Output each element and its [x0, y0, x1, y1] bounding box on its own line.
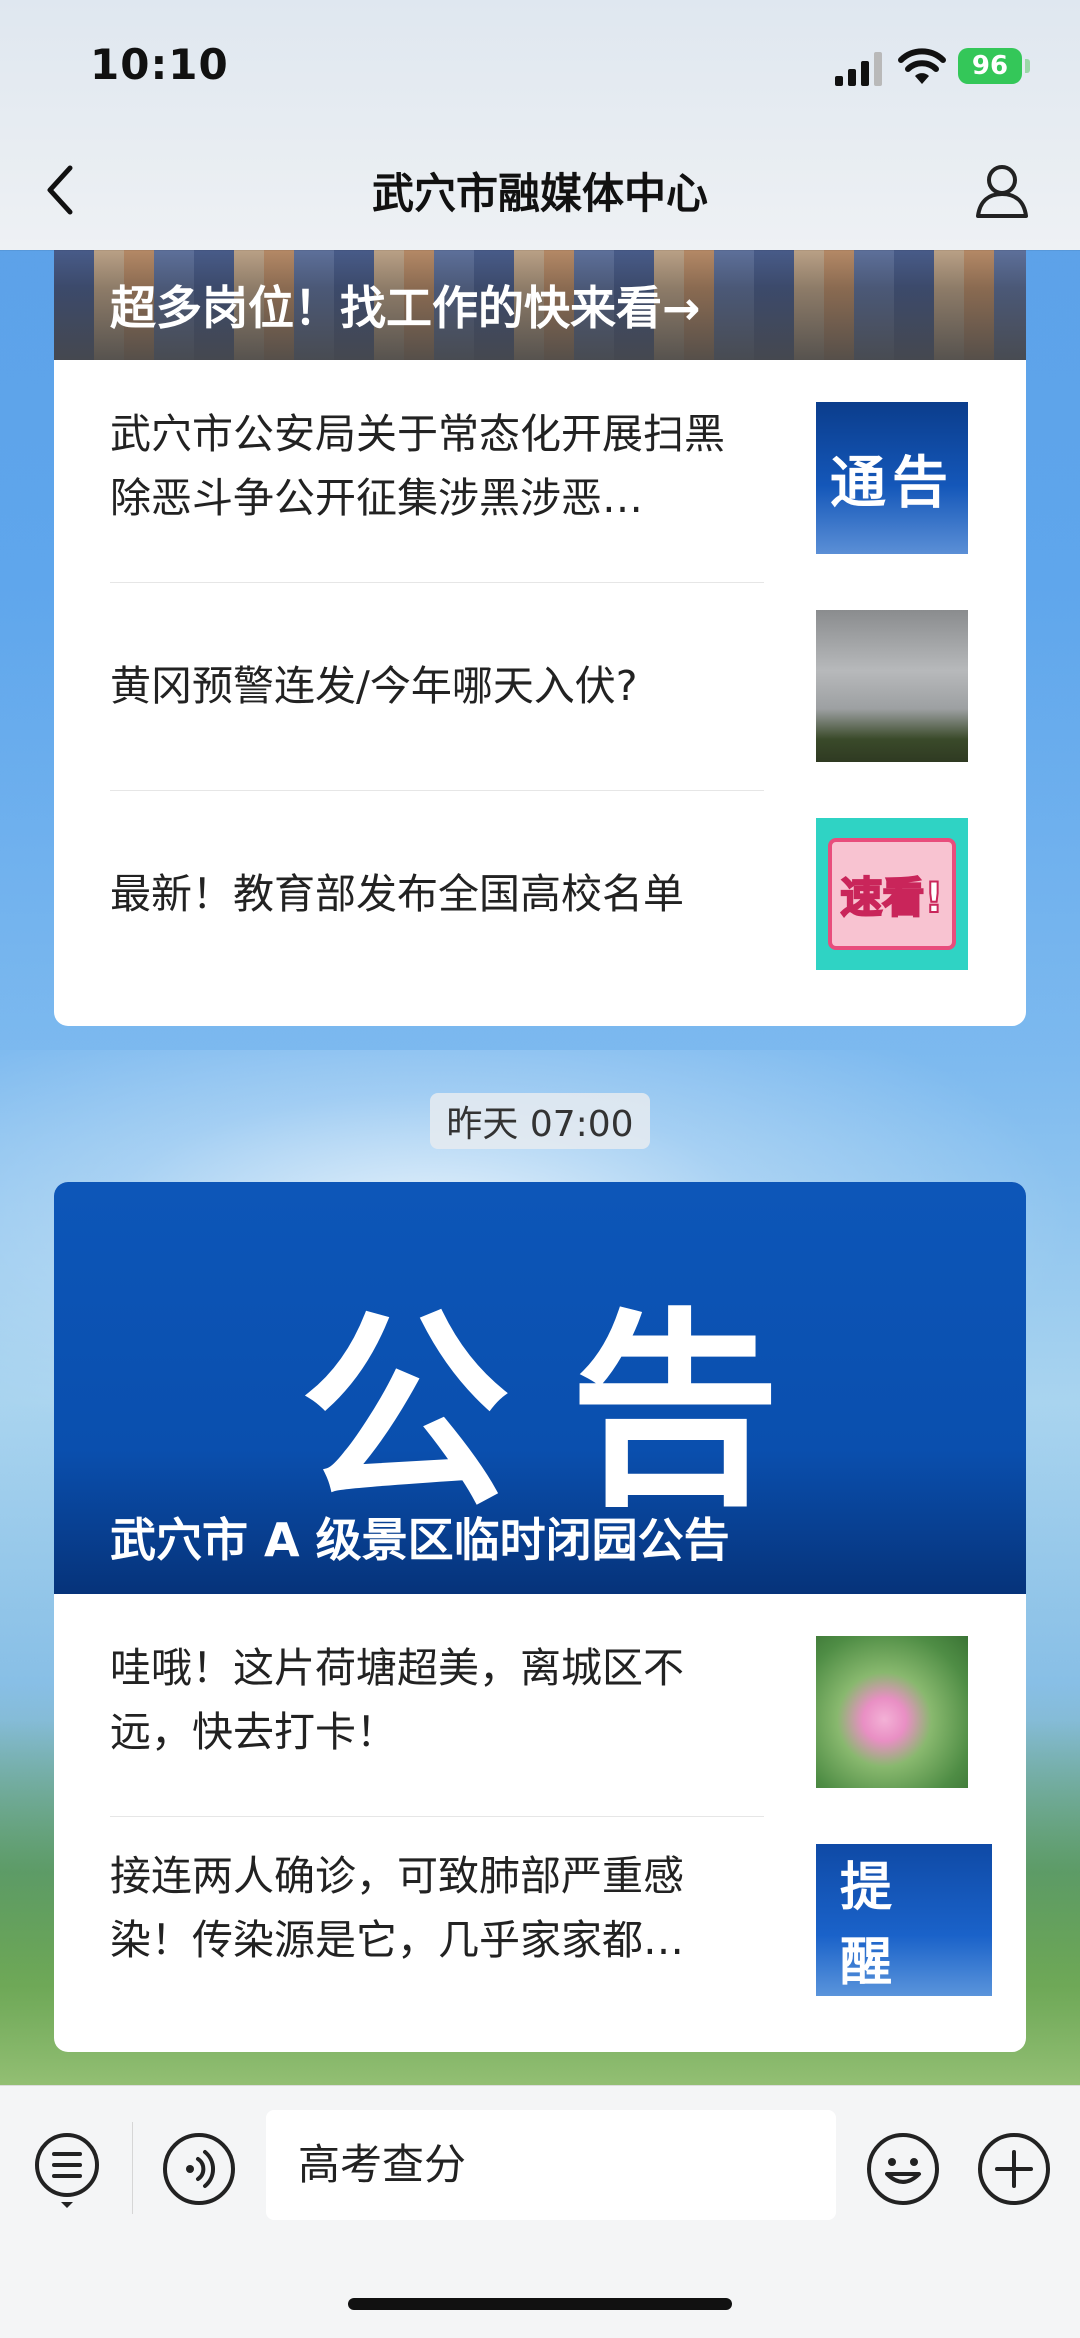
article-thumbnail: 速看!: [816, 818, 968, 970]
article-title: 黄冈预警连发/今年哪天入伏?: [110, 662, 638, 710]
card2-banner-graphic-text: 公告: [299, 1290, 840, 1535]
card2-banner-title: 武穴市 A 级景区临时闭园公告: [110, 1513, 730, 1567]
thumbnail-label: 通告: [830, 450, 954, 516]
menu-list-icon[interactable]: [32, 2132, 102, 2208]
article-item[interactable]: 接连两人确诊，可致肺部严重感染！传染源是它，几乎家家都… 提 醒: [110, 1844, 992, 1996]
thumbnail-badge: 速看!: [828, 838, 956, 950]
article-item[interactable]: 武穴市公安局关于常态化开展扫黑除恶斗争公开征集涉黑涉恶… 通告: [110, 402, 972, 554]
plus-icon[interactable]: [977, 2132, 1051, 2206]
article-card-2: 公告 武穴市 A 级景区临时闭园公告 哇哦！这片荷塘超美，离城区不远，快去打卡！…: [54, 1182, 1026, 2052]
article-item[interactable]: 最新！教育部发布全国高校名单 速看!: [110, 818, 972, 970]
cellular-signal-icon: [835, 52, 882, 86]
article-card-1: 超多岗位！找工作的快来看→ 武穴市公安局关于常态化开展扫黑除恶斗争公开征集涉黑涉…: [54, 200, 1026, 1026]
battery-level: 96: [971, 51, 1009, 81]
article-title: 最新！教育部发布全国高校名单: [110, 870, 684, 918]
voice-icon[interactable]: [162, 2132, 236, 2206]
divider: [110, 1816, 764, 1817]
emoji-icon[interactable]: [866, 2132, 940, 2206]
thumbnail-label: 速看!: [839, 872, 944, 923]
top-bar: 10:10 96 武穴市融媒体中心: [0, 0, 1080, 250]
divider: [110, 790, 764, 791]
article-title: 哇哦！这片荷塘超美，离城区不远，快去打卡！: [110, 1644, 684, 1756]
article-title: 接连两人确诊，可致肺部严重感染！传染源是它，几乎家家都…: [110, 1852, 684, 1964]
battery-indicator: 96: [958, 48, 1022, 84]
article-thumbnail: [816, 610, 968, 762]
article-item[interactable]: 黄冈预警连发/今年哪天入伏?: [110, 610, 972, 762]
home-indicator[interactable]: [348, 2298, 732, 2310]
article-thumbnail: [816, 1636, 968, 1788]
divider: [110, 582, 764, 583]
thumbnail-label: 提 醒: [840, 1858, 917, 1993]
article-thumbnail: 提 醒: [816, 1844, 992, 1996]
card2-banner[interactable]: 公告 武穴市 A 级景区临时闭园公告: [54, 1182, 1026, 1594]
battery-cap: [1025, 59, 1030, 73]
article-item[interactable]: 哇哦！这片荷塘超美，离城区不远，快去打卡！: [110, 1636, 972, 1788]
article-title: 武穴市公安局关于常态化开展扫黑除恶斗争公开征集涉黑涉恶…: [110, 410, 725, 522]
profile-icon[interactable]: [972, 160, 1032, 220]
card1-banner-title: 超多岗位！找工作的快来看→: [110, 281, 701, 335]
article-thumbnail: 通告: [816, 402, 968, 554]
message-input[interactable]: 高考查分: [266, 2110, 836, 2220]
wifi-icon: [898, 48, 946, 84]
status-time: 10:10: [90, 40, 229, 89]
bar-separator: [132, 2122, 133, 2214]
message-timestamp: 昨天 07:00: [430, 1093, 650, 1149]
page-title: 武穴市融媒体中心: [371, 169, 708, 218]
